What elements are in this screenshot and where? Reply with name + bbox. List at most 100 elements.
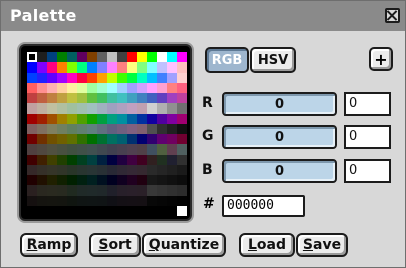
palette-swatch[interactable] [107, 195, 117, 206]
palette-swatch[interactable] [177, 164, 187, 175]
palette-swatch[interactable] [27, 205, 37, 216]
palette-swatch[interactable] [97, 195, 107, 206]
palette-swatch[interactable] [127, 113, 137, 124]
palette-swatch[interactable] [117, 164, 127, 175]
palette-swatch[interactable] [157, 175, 167, 186]
palette-swatch[interactable] [87, 195, 97, 206]
palette-swatch[interactable] [117, 154, 127, 165]
palette-swatch[interactable] [87, 123, 97, 134]
palette-swatch[interactable] [157, 123, 167, 134]
palette-swatch[interactable] [57, 195, 67, 206]
palette-swatch[interactable] [37, 93, 47, 104]
green-slider[interactable]: 0 [222, 125, 337, 149]
palette-swatch[interactable] [167, 175, 177, 186]
palette-swatch[interactable] [127, 164, 137, 175]
hex-value-field[interactable]: 000000 [222, 195, 305, 217]
palette-swatch[interactable] [57, 93, 67, 104]
palette-swatch[interactable] [167, 52, 177, 63]
palette-swatch[interactable] [67, 134, 77, 145]
palette-swatch[interactable] [77, 175, 87, 186]
palette-swatch[interactable] [37, 113, 47, 124]
palette-swatch[interactable] [87, 164, 97, 175]
palette-swatch[interactable] [117, 134, 127, 145]
palette-swatch[interactable] [67, 195, 77, 206]
palette-swatch[interactable] [57, 103, 67, 114]
palette-swatch[interactable] [57, 52, 67, 63]
palette-swatch[interactable] [97, 144, 107, 155]
palette-swatch[interactable] [57, 82, 67, 93]
palette-swatch[interactable] [67, 52, 77, 63]
palette-swatch[interactable] [147, 93, 157, 104]
palette-swatch[interactable] [127, 134, 137, 145]
palette-swatch[interactable] [47, 113, 57, 124]
palette-swatch[interactable] [157, 164, 167, 175]
palette-swatch[interactable] [27, 134, 37, 145]
palette-swatch[interactable] [117, 205, 127, 216]
palette-swatch[interactable] [37, 103, 47, 114]
palette-swatch[interactable] [97, 134, 107, 145]
palette-swatch[interactable] [27, 82, 37, 93]
palette-swatch[interactable] [107, 103, 117, 114]
palette-swatch[interactable] [157, 195, 167, 206]
palette-swatch[interactable] [147, 113, 157, 124]
palette-swatch[interactable] [177, 154, 187, 165]
ramp-button[interactable]: Ramp [20, 233, 78, 257]
palette-swatch[interactable] [137, 205, 147, 216]
blue-slider[interactable]: 0 [222, 159, 337, 183]
palette-swatch[interactable] [47, 205, 57, 216]
palette-swatch[interactable] [107, 93, 117, 104]
palette-swatch[interactable] [177, 72, 187, 83]
palette-swatch[interactable] [27, 93, 37, 104]
palette-swatch[interactable] [167, 185, 177, 196]
palette-swatch[interactable] [117, 123, 127, 134]
palette-swatch[interactable] [87, 154, 97, 165]
palette-swatch[interactable] [37, 72, 47, 83]
palette-swatch[interactable] [167, 103, 177, 114]
palette-swatch[interactable] [147, 164, 157, 175]
palette-swatch[interactable] [177, 62, 187, 73]
palette-swatch[interactable] [117, 93, 127, 104]
palette-swatch[interactable] [77, 93, 87, 104]
palette-swatch[interactable] [157, 62, 167, 73]
palette-swatch[interactable] [27, 144, 37, 155]
palette-swatch[interactable] [77, 154, 87, 165]
palette-swatch[interactable] [177, 144, 187, 155]
palette-swatch[interactable] [117, 82, 127, 93]
palette-swatch[interactable] [137, 93, 147, 104]
close-icon[interactable] [385, 8, 400, 23]
palette-swatch[interactable] [77, 144, 87, 155]
palette-swatch[interactable] [97, 175, 107, 186]
palette-swatch[interactable] [107, 72, 117, 83]
palette-swatch[interactable] [147, 144, 157, 155]
palette-swatch[interactable] [47, 195, 57, 206]
palette-swatch[interactable] [57, 113, 67, 124]
palette-swatch[interactable] [57, 175, 67, 186]
palette-swatch[interactable] [37, 144, 47, 155]
palette-swatch[interactable] [177, 134, 187, 145]
palette-swatch[interactable] [37, 185, 47, 196]
palette-swatch[interactable] [137, 52, 147, 63]
palette-swatch[interactable] [147, 103, 157, 114]
palette-swatch[interactable] [47, 185, 57, 196]
red-slider[interactable]: 0 [222, 92, 337, 116]
palette-swatch[interactable] [97, 154, 107, 165]
palette-swatch[interactable] [87, 93, 97, 104]
palette-swatch[interactable] [77, 134, 87, 145]
palette-swatch[interactable] [167, 144, 177, 155]
palette-swatch[interactable] [27, 185, 37, 196]
palette-swatch[interactable] [147, 185, 157, 196]
palette-swatch[interactable] [37, 52, 47, 63]
palette-swatch[interactable] [107, 205, 117, 216]
rgb-mode-button[interactable]: RGB [205, 47, 249, 73]
palette-swatch[interactable] [47, 93, 57, 104]
palette-swatch[interactable] [147, 123, 157, 134]
palette-swatch[interactable] [167, 113, 177, 124]
palette-swatch[interactable] [47, 154, 57, 165]
palette-swatch[interactable] [97, 52, 107, 63]
palette-swatch[interactable] [77, 62, 87, 73]
palette-swatch[interactable] [47, 175, 57, 186]
palette-swatch[interactable] [167, 195, 177, 206]
palette-swatch[interactable] [177, 93, 187, 104]
palette-swatch[interactable] [97, 82, 107, 93]
palette-swatch[interactable] [147, 72, 157, 83]
